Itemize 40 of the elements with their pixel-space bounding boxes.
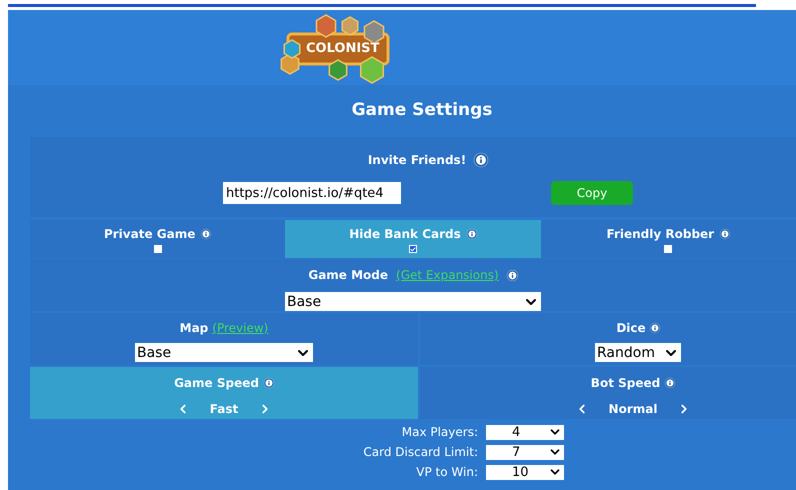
limit-label: Max Players: bbox=[400, 424, 478, 441]
dropdown[interactable]: Base bbox=[135, 343, 313, 362]
dropdown[interactable]: Base bbox=[285, 292, 541, 311]
limit-label: Card Discard Limit: bbox=[362, 444, 478, 461]
checkbox[interactable] bbox=[408, 245, 417, 253]
logo-text: COLONIST bbox=[304, 42, 382, 55]
toggle-label: Friendly Robber bbox=[606, 226, 714, 243]
dropdown[interactable]: 7 bbox=[486, 444, 564, 460]
dropdown-value: 7 bbox=[512, 446, 520, 458]
dice-label: Dice bbox=[616, 320, 646, 337]
toggle-option[interactable]: Private Game bbox=[30, 220, 286, 258]
speed-value: Normal bbox=[608, 401, 658, 418]
toggle-option[interactable]: Friendly Robber bbox=[540, 220, 796, 258]
invite-link-field[interactable]: https://colonist.io/#qte4 bbox=[223, 182, 401, 204]
toggle-label: Hide Bank Cards bbox=[349, 226, 461, 243]
speed-label: Bot Speed bbox=[590, 375, 660, 392]
info-icon[interactable] bbox=[466, 229, 477, 239]
dropdown[interactable]: 10 bbox=[486, 464, 564, 480]
panel-title: Game Settings bbox=[352, 99, 492, 122]
limit-label: VP to Win: bbox=[415, 464, 478, 481]
speed-label: Game Speed bbox=[174, 375, 259, 392]
info-icon[interactable] bbox=[506, 270, 518, 280]
info-icon[interactable] bbox=[665, 378, 676, 388]
dropdown-value: 10 bbox=[512, 466, 529, 478]
toggle-label: Private Game bbox=[104, 226, 196, 243]
game-mode-label: Game Mode bbox=[308, 267, 388, 284]
info-icon[interactable] bbox=[474, 153, 488, 167]
dropdown-value: 4 bbox=[512, 426, 520, 438]
info-icon[interactable] bbox=[720, 229, 730, 239]
map-label: Map bbox=[180, 320, 208, 337]
dropdown[interactable]: 4 bbox=[486, 424, 564, 440]
speed-value: Fast bbox=[210, 401, 238, 418]
check-icon bbox=[410, 246, 416, 252]
info-icon[interactable] bbox=[650, 323, 660, 333]
info-icon[interactable] bbox=[201, 229, 212, 239]
dropdown[interactable]: Random bbox=[595, 343, 681, 362]
checkbox[interactable] bbox=[154, 245, 162, 253]
invite-label: Invite Friends! bbox=[368, 152, 466, 169]
checkbox[interactable] bbox=[664, 245, 672, 253]
info-icon[interactable] bbox=[264, 378, 274, 388]
